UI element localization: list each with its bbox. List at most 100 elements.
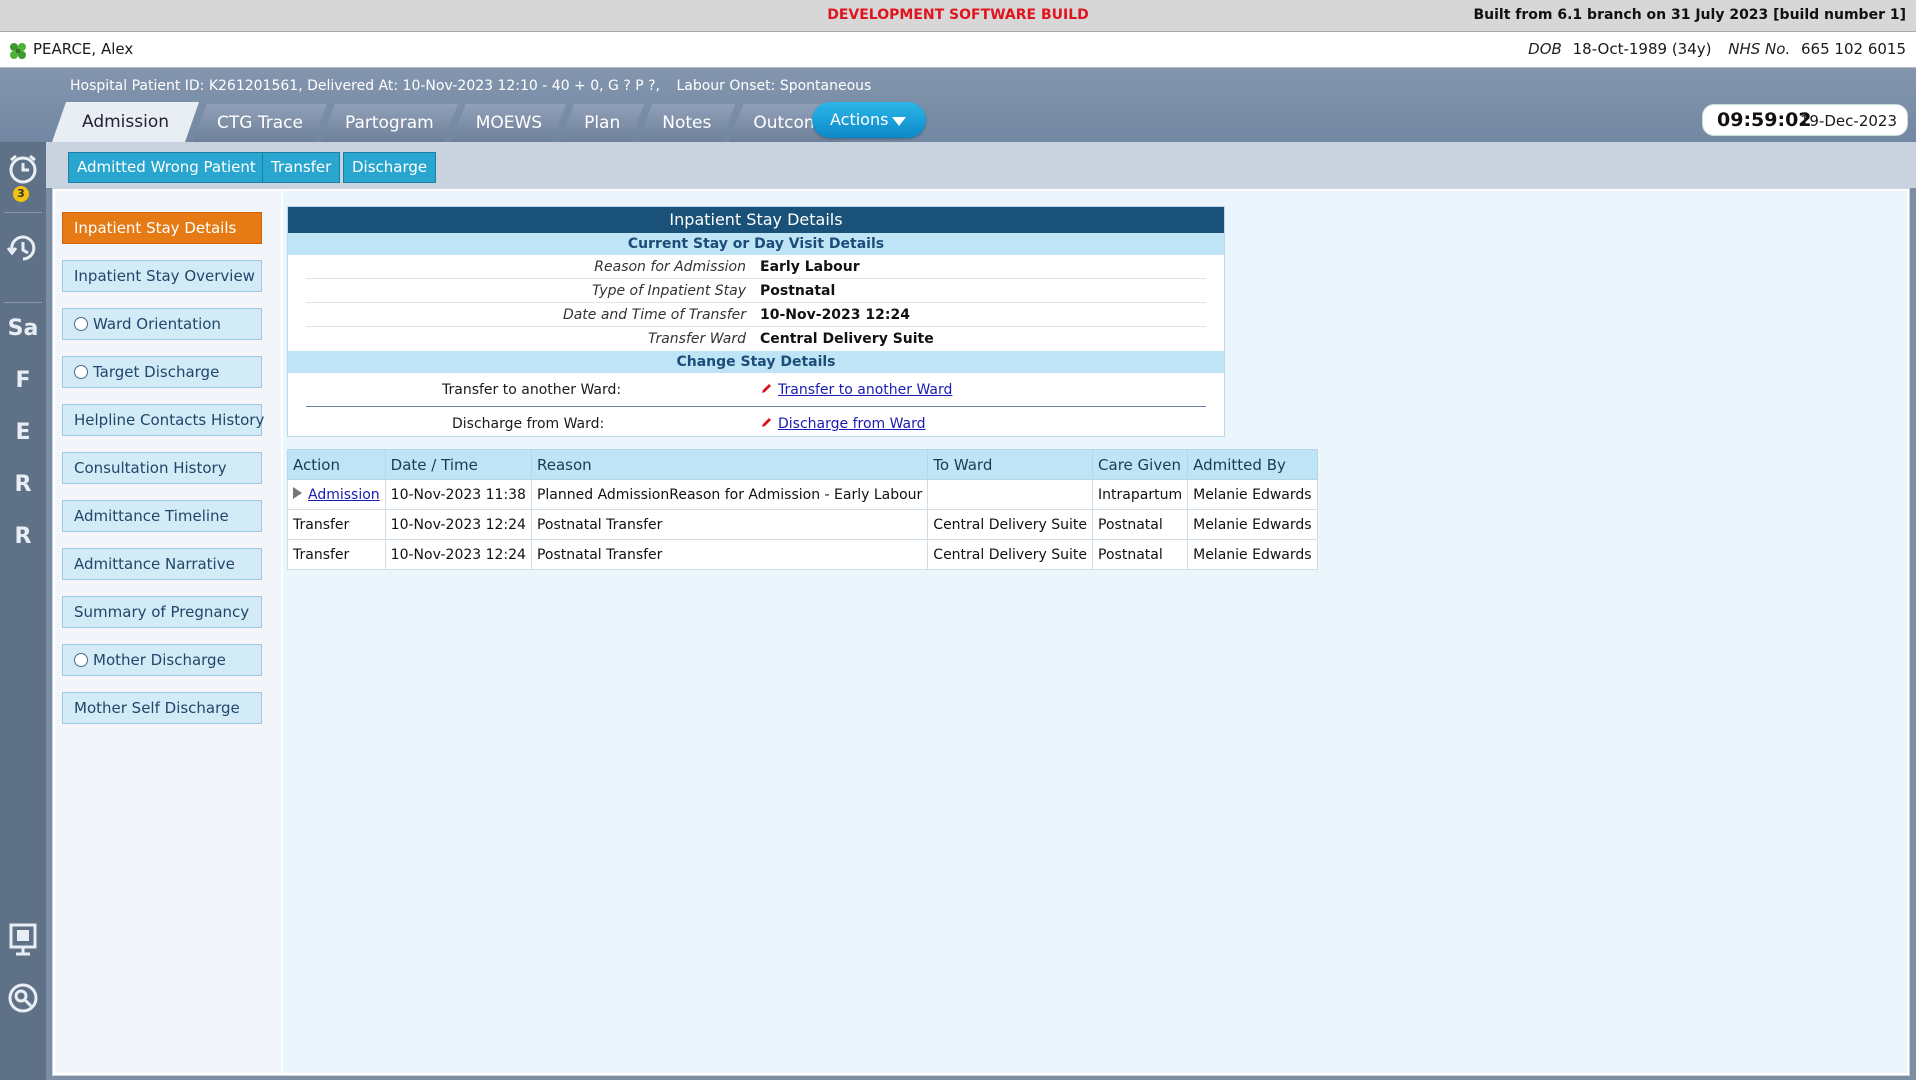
admitted-by-cell: Melanie Edwards: [1187, 479, 1318, 510]
nhs-value: 665 102 6015: [1801, 40, 1906, 58]
detail-label: Type of Inpatient Stay: [591, 283, 746, 299]
action-cell: Transfer: [287, 539, 386, 570]
admitted-wrong-patient-button[interactable]: Admitted Wrong Patient: [68, 152, 265, 183]
patient-bar: PEARCE, Alex DOB 18-Oct-1989 (34y) NHS N…: [0, 32, 1916, 68]
rail-item-r-1[interactable]: R: [0, 472, 46, 497]
nav-mother-discharge[interactable]: Mother Discharge: [62, 644, 262, 676]
patient-info-line: Hospital Patient ID: K261201561, Deliver…: [70, 78, 883, 94]
tab-admission[interactable]: Admission: [52, 102, 199, 142]
detail-label: Reason for Admission: [594, 259, 746, 275]
history-clock-icon[interactable]: [0, 230, 46, 270]
admission-link[interactable]: Admission: [308, 487, 380, 503]
transfer-to-ward-link[interactable]: Transfer to another Ward: [760, 373, 952, 407]
reason-cell: Planned AdmissionReason for Admission - …: [530, 479, 929, 510]
pencil-icon: [762, 418, 771, 427]
tab-ctg-trace[interactable]: CTG Trace: [193, 104, 327, 142]
search-icon[interactable]: [0, 982, 46, 1020]
date-cell: 10-Nov-2023 12:24: [384, 539, 532, 570]
nav-helpline-contacts-history[interactable]: Helpline Contacts History: [62, 404, 264, 436]
labour-onset: Labour Onset: Spontaneous: [676, 78, 872, 94]
clock: 09:59:02 19-Dec-2023: [1702, 104, 1908, 136]
clock-time: 09:59:02: [1717, 109, 1812, 131]
link-text: Transfer to another Ward: [778, 382, 953, 398]
actions-label: Actions: [830, 110, 889, 129]
action-cell: Transfer: [287, 509, 386, 540]
change-row: Transfer to another Ward: Transfer to an…: [306, 373, 1206, 407]
col-reason: Reason: [530, 449, 929, 480]
current-stay-header: Current Stay or Day Visit Details: [288, 233, 1224, 255]
ward-cell: [927, 479, 1094, 510]
nav-admittance-timeline[interactable]: Admittance Timeline: [62, 500, 262, 532]
rail-item-sa[interactable]: Sa: [0, 316, 46, 341]
change-stay-header: Change Stay Details: [288, 351, 1224, 373]
rail-item-r-2[interactable]: R: [0, 524, 46, 549]
actions-button[interactable]: Actions: [812, 102, 926, 138]
discharge-from-ward-link[interactable]: Discharge from Ward: [760, 407, 926, 441]
detail-row: Type of Inpatient Stay Postnatal: [306, 279, 1206, 303]
col-care-given: Care Given: [1092, 449, 1189, 480]
patient-info: Hospital Patient ID: K261201561, Deliver…: [70, 78, 660, 94]
content-area: Inpatient Stay Details Current Stay or D…: [283, 191, 1907, 1073]
dob-value: 18-Oct-1989 (34y): [1572, 40, 1712, 58]
rail-item-e[interactable]: E: [0, 420, 46, 445]
detail-value: Postnatal: [760, 283, 836, 299]
col-action: Action: [287, 449, 386, 480]
admitted-by-cell: Melanie Edwards: [1187, 539, 1318, 570]
tab-notes[interactable]: Notes: [638, 104, 735, 142]
radio-icon: [74, 653, 88, 667]
nav-admittance-narrative[interactable]: Admittance Narrative: [62, 548, 262, 580]
tab-plan[interactable]: Plan: [560, 104, 644, 142]
nav-mother-self-discharge[interactable]: Mother Self Discharge: [62, 692, 262, 724]
nav-label: Ward Orientation: [93, 315, 221, 333]
nav-summary-of-pregnancy[interactable]: Summary of Pregnancy: [62, 596, 262, 628]
care-cell: Postnatal: [1092, 539, 1189, 570]
detail-row: Date and Time of Transfer 10-Nov-2023 12…: [306, 303, 1206, 327]
tab-moews[interactable]: MOEWS: [452, 104, 566, 142]
stay-history-table: Action Date / Time Reason To Ward Care G…: [287, 449, 1318, 570]
nav-target-discharge[interactable]: Target Discharge: [62, 356, 262, 388]
change-row: Discharge from Ward: Discharge from Ward: [306, 407, 1206, 441]
nav-inpatient-stay-details[interactable]: Inpatient Stay Details: [62, 212, 262, 244]
nav-ward-orientation[interactable]: Ward Orientation: [62, 308, 262, 340]
table-header-row: Action Date / Time Reason To Ward Care G…: [287, 449, 1318, 480]
pencil-icon: [762, 384, 771, 393]
ward-cell: Central Delivery Suite: [927, 539, 1094, 570]
tab-partogram[interactable]: Partogram: [321, 104, 458, 142]
date-cell: 10-Nov-2023 12:24: [384, 509, 532, 540]
link-text: Discharge from Ward: [778, 416, 926, 432]
nav-consultation-history[interactable]: Consultation History: [62, 452, 262, 484]
col-to-ward: To Ward: [927, 449, 1094, 480]
alarm-count-badge: 3: [13, 186, 29, 202]
caret-down-icon: [892, 117, 906, 126]
presentation-icon[interactable]: [0, 922, 46, 962]
change-label: Discharge from Ward:: [452, 416, 605, 432]
change-label: Transfer to another Ward:: [442, 382, 622, 398]
nav-inpatient-stay-overview[interactable]: Inpatient Stay Overview: [62, 260, 262, 292]
reason-cell: Postnatal Transfer: [530, 509, 929, 540]
patient-name: PEARCE, Alex: [33, 40, 134, 58]
detail-row: Reason for Admission Early Labour: [306, 255, 1206, 279]
detail-label: Date and Time of Transfer: [562, 307, 746, 323]
table-row: Transfer 10-Nov-2023 12:24 Postnatal Tra…: [287, 539, 1318, 570]
discharge-button[interactable]: Discharge: [343, 152, 437, 183]
build-info: Built from 6.1 branch on 31 July 2023 [b…: [1473, 7, 1907, 23]
care-cell: Intrapartum: [1092, 479, 1189, 510]
patient-demographics: DOB 18-Oct-1989 (34y) NHS No. 665 102 60…: [1516, 40, 1906, 58]
nav-label: Target Discharge: [93, 363, 220, 381]
transfer-button[interactable]: Transfer: [262, 152, 341, 183]
action-bar: Admitted Wrong Patient Transfer Discharg…: [46, 142, 1916, 188]
card-title: Inpatient Stay Details: [288, 207, 1224, 233]
detail-label: Transfer Ward: [647, 331, 746, 347]
table-row: Transfer 10-Nov-2023 12:24 Postnatal Tra…: [287, 509, 1318, 540]
expand-triangle-icon[interactable]: [293, 486, 302, 499]
main-panel: Inpatient Stay Details Inpatient Stay Ov…: [52, 188, 1910, 1076]
inpatient-stay-details-card: Inpatient Stay Details Current Stay or D…: [287, 206, 1225, 437]
nhs-label: NHS No.: [1728, 40, 1791, 58]
build-bar: DEVELOPMENT SOFTWARE BUILD Built from 6.…: [0, 0, 1916, 32]
left-nav: Inpatient Stay Details Inpatient Stay Ov…: [55, 191, 281, 1073]
radio-icon: [74, 365, 88, 379]
clock-date: 19-Dec-2023: [1799, 112, 1897, 130]
detail-value: Early Labour: [760, 259, 860, 275]
reason-cell: Postnatal Transfer: [530, 539, 929, 570]
rail-item-f[interactable]: F: [0, 368, 46, 393]
